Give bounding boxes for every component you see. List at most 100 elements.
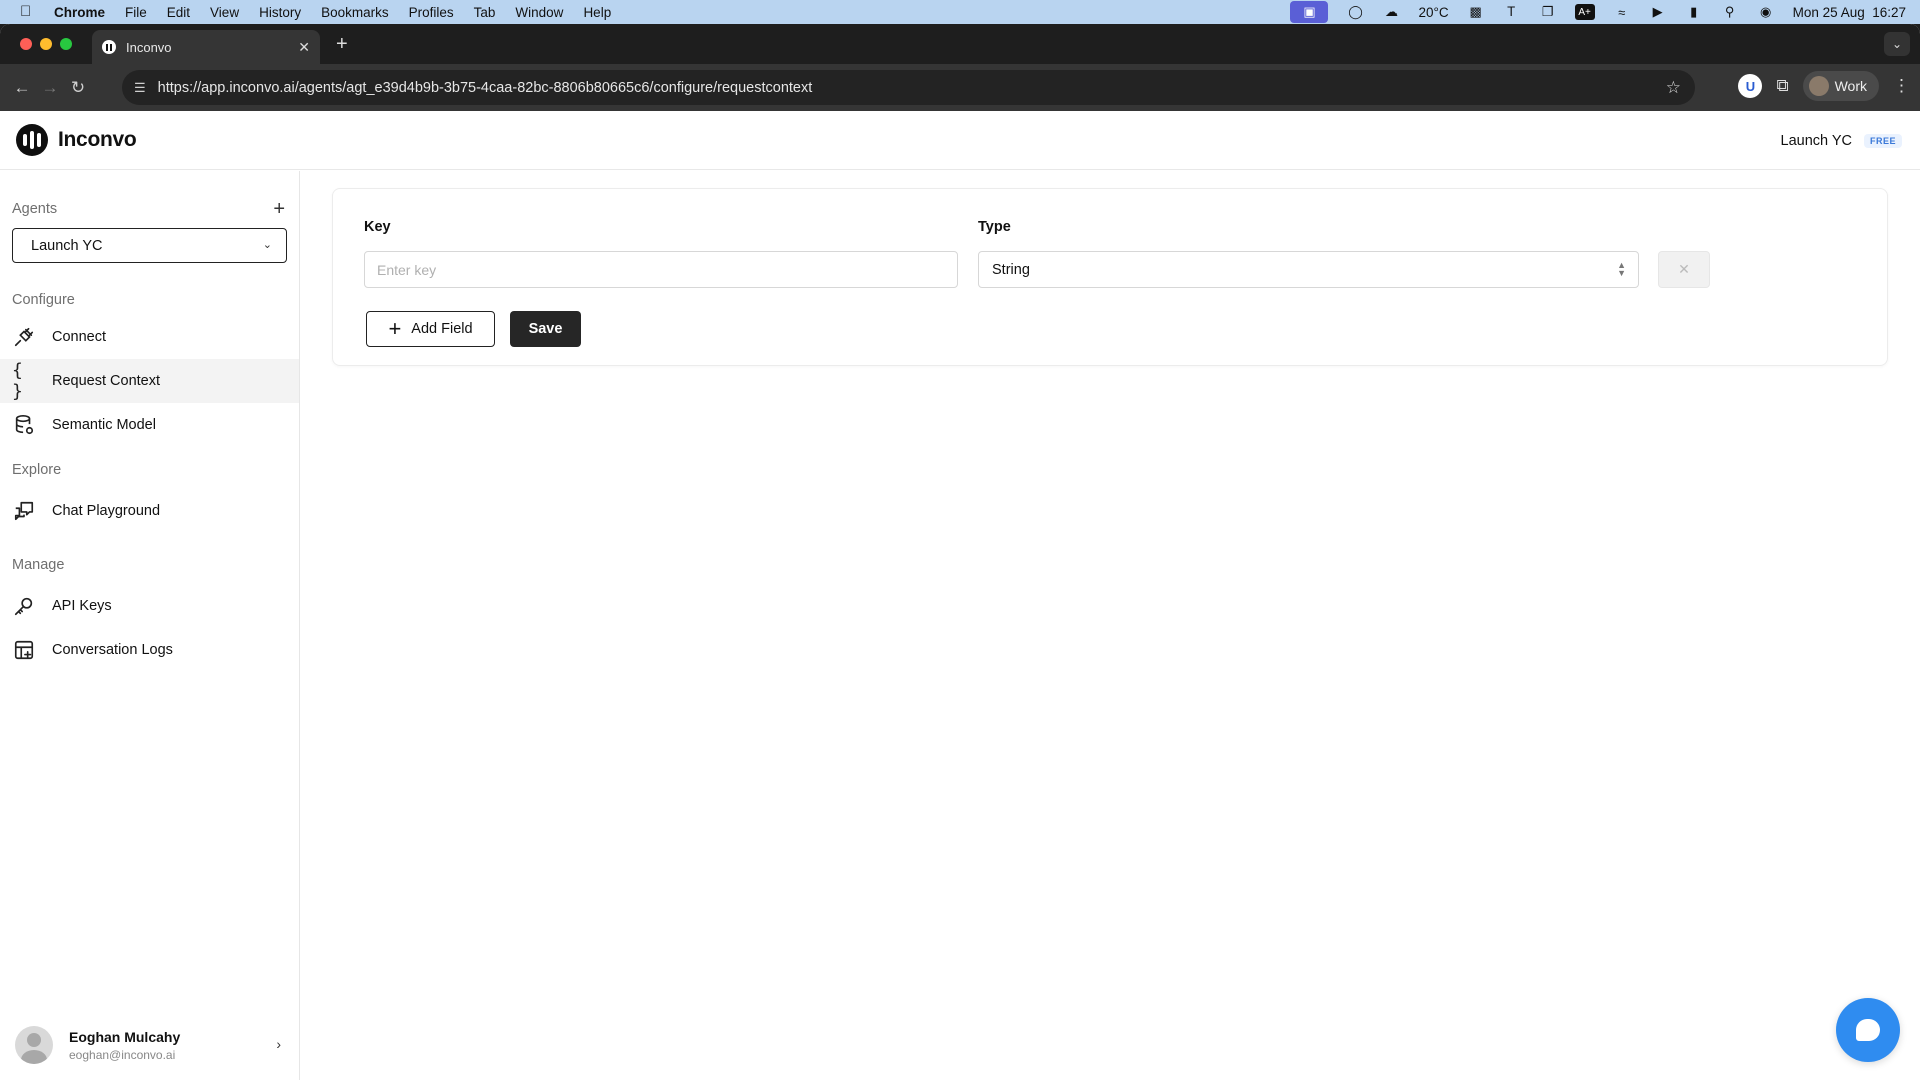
close-window-button[interactable] <box>20 38 32 50</box>
inconvo-logo-icon <box>16 124 48 156</box>
menubar-clock[interactable]: Mon 25 Aug 16:27 <box>1793 5 1906 20</box>
chevron-right-icon[interactable]: › <box>276 1036 281 1052</box>
forward-arrow-icon[interactable]: → <box>36 78 64 98</box>
sidebar-item-api-keys[interactable]: API Keys <box>0 584 299 628</box>
menu-edit[interactable]: Edit <box>167 5 190 20</box>
type-label: Type <box>978 219 1011 235</box>
add-agent-plus-icon[interactable]: + <box>273 198 285 221</box>
brand-logo[interactable]: Inconvo <box>0 124 137 156</box>
remove-field-button[interactable]: ✕ <box>1658 251 1710 288</box>
sidebar-item-connect[interactable]: Connect <box>0 315 299 359</box>
menu-profiles[interactable]: Profiles <box>409 5 454 20</box>
spotlight-search-icon[interactable]: ⚲ <box>1721 4 1739 20</box>
address-bar[interactable]: ☰ https://app.inconvo.ai/agents/agt_e39d… <box>122 70 1695 105</box>
reload-icon[interactable]: ↻ <box>64 78 92 98</box>
back-arrow-icon[interactable]: ← <box>8 78 36 98</box>
agents-section-title: Agents <box>12 201 58 217</box>
site-settings-icon[interactable]: ☰ <box>134 80 146 96</box>
menu-window[interactable]: Window <box>515 5 563 20</box>
bluetooth-icon[interactable]: Ꭲ <box>1503 4 1521 20</box>
screen-share-icon[interactable]: ▣ <box>1290 1 1329 23</box>
add-field-label: Add Field <box>411 321 473 337</box>
save-button[interactable]: Save <box>510 311 581 347</box>
support-chat-button[interactable] <box>1836 998 1900 1062</box>
explore-section-title: Explore <box>12 462 62 478</box>
window-icon[interactable]: ❐ <box>1539 4 1557 20</box>
sidebar-item-label: Semantic Model <box>52 417 156 433</box>
apple-icon[interactable]:  <box>20 4 36 20</box>
header-agent-info: Launch YC FREE <box>1781 111 1902 170</box>
url-text[interactable]: https://app.inconvo.ai/agents/agt_e39d4b… <box>158 80 813 96</box>
zoom-window-button[interactable] <box>60 38 72 50</box>
profile-button[interactable]: Work <box>1802 71 1879 101</box>
chat-bubbles-icon <box>12 499 36 523</box>
weather-temp[interactable]: 20°C <box>1418 5 1448 20</box>
chat-bubble-icon <box>1856 1019 1880 1041</box>
inconvo-app: Inconvo Launch YC FREE Agents + Launch Y… <box>0 111 1920 1080</box>
database-icon <box>12 413 36 437</box>
plan-badge: FREE <box>1863 133 1902 148</box>
brand-name: Inconvo <box>58 128 137 151</box>
menu-help[interactable]: Help <box>583 5 611 20</box>
close-icon: ✕ <box>1678 261 1690 277</box>
minimize-window-button[interactable] <box>40 38 52 50</box>
font-size-icon[interactable]: A+ <box>1574 4 1595 20</box>
user-profile-row[interactable]: Eoghan Mulcahy eoghan@inconvo.ai › <box>0 1010 299 1080</box>
sidebar-item-chat-playground[interactable]: Chat Playground <box>0 489 299 533</box>
sidebar-item-semantic-model[interactable]: Semantic Model <box>0 403 299 447</box>
menu-view[interactable]: View <box>210 5 239 20</box>
inconvo-favicon-icon <box>102 40 116 54</box>
circle-status-icon[interactable]: ◯ <box>1346 4 1364 20</box>
agent-selector[interactable]: Launch YC ⌄ <box>12 228 287 263</box>
plug-icon <box>12 325 36 349</box>
chevrons-up-down-icon: ▲ ▼ <box>1617 260 1626 278</box>
profile-name: Work <box>1834 78 1867 94</box>
toolbar-right: U ⧉ Work ⋮ <box>1738 71 1910 101</box>
request-context-card: Key Type String ▲▼ ✕ + Add Field Save <box>332 188 1888 366</box>
password-manager-shield-icon[interactable]: U <box>1738 74 1763 98</box>
chrome-menu-icon[interactable]: ⋮ <box>1893 76 1910 96</box>
battery-icon[interactable]: ▮ <box>1685 4 1703 20</box>
main-content: Key Type String ▲▼ ✕ + Add Field Save <box>300 171 1920 1080</box>
menu-app-chrome[interactable]: Chrome <box>54 5 105 20</box>
menu-file[interactable]: File <box>125 5 147 20</box>
extensions-puzzle-icon[interactable]: ⧉ <box>1776 76 1788 96</box>
sidebar-item-label: Conversation Logs <box>52 642 173 658</box>
play-icon[interactable]: ▶ <box>1649 4 1667 20</box>
configure-section-title: Configure <box>12 292 75 308</box>
browser-tab[interactable]: Inconvo ✕ <box>92 30 320 64</box>
key-label: Key <box>364 219 391 235</box>
curly-braces-icon: { } <box>12 360 23 402</box>
sidebar-item-label: Connect <box>52 329 107 345</box>
sidebar-item-request-context[interactable]: { } Request Context <box>0 359 299 403</box>
chevron-down-icon: ⌄ <box>262 239 272 251</box>
new-tab-icon[interactable]: + <box>336 33 348 56</box>
agent-selector-value: Launch YC <box>31 237 103 254</box>
add-field-button[interactable]: + Add Field <box>366 311 495 347</box>
menu-bookmarks[interactable]: Bookmarks <box>321 5 389 20</box>
close-tab-icon[interactable]: ✕ <box>298 39 310 56</box>
profile-avatar <box>1808 76 1829 96</box>
menu-history[interactable]: History <box>259 5 301 20</box>
wifi-icon[interactable]: ≈ <box>1613 4 1631 20</box>
user-info: Eoghan Mulcahy eoghan@inconvo.ai <box>69 1029 180 1062</box>
key-input[interactable] <box>364 251 958 288</box>
sidebar-item-conversation-logs[interactable]: Conversation Logs <box>0 628 299 672</box>
sidebar: Agents + Launch YC ⌄ Configure Connect {… <box>0 171 300 1080</box>
bookmark-star-icon[interactable]: ☆ <box>1666 78 1681 98</box>
sidebar-item-label: Chat Playground <box>52 503 161 519</box>
app-header: Inconvo Launch YC FREE <box>0 111 1920 170</box>
type-select[interactable]: String ▲ ▼ <box>978 251 1639 288</box>
menu-tab[interactable]: Tab <box>474 5 496 20</box>
tab-strip: Inconvo ✕ + ⌄ <box>0 24 1920 64</box>
control-center-icon[interactable]: ◉ <box>1757 4 1775 20</box>
tab-search-chevron-icon[interactable]: ⌄ <box>1884 32 1910 56</box>
user-email: eoghan@inconvo.ai <box>69 1047 176 1062</box>
user-name: Eoghan Mulcahy <box>69 1028 181 1045</box>
cloud-icon[interactable]: ☁ <box>1382 4 1400 20</box>
keyboard-icon[interactable]: ▩ <box>1467 4 1485 20</box>
type-select-value: String <box>992 261 1030 278</box>
manage-section-title: Manage <box>12 557 65 573</box>
browser-window: Inconvo ✕ + ⌄ ← → ↻ ☰ https://app.inconv… <box>0 24 1920 1080</box>
plus-icon: + <box>388 316 402 341</box>
